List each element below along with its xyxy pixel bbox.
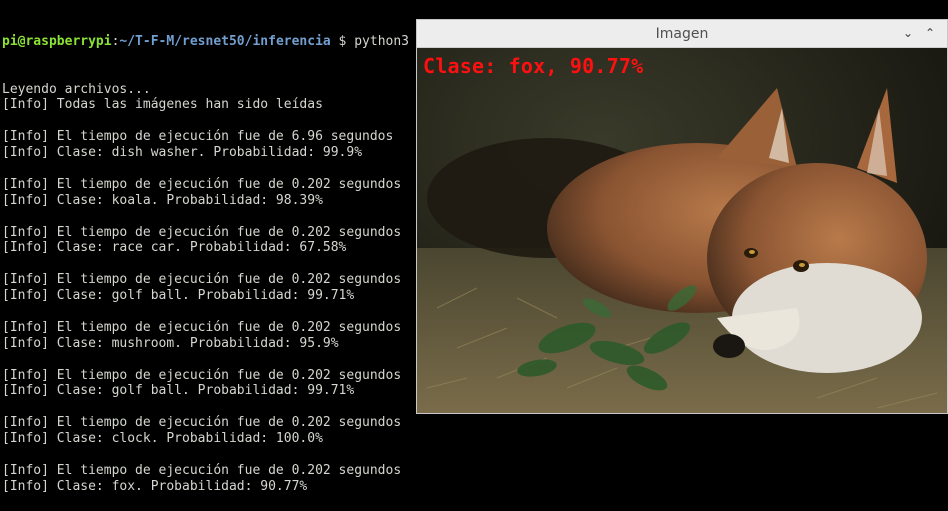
terminal-line: [Info] Clase: fox. Probabilidad: 90.77% bbox=[2, 478, 308, 494]
fox-photo bbox=[417, 48, 947, 413]
prompt-dollar: $ bbox=[330, 33, 355, 49]
chevron-down-icon[interactable]: ⌄ bbox=[901, 26, 915, 40]
image-window[interactable]: Imagen ⌄ ⌃ Clase: fox, 90.77% bbox=[416, 19, 948, 414]
fox-image: Clase: fox, 90.77% bbox=[417, 48, 947, 413]
window-titlebar[interactable]: Imagen ⌄ ⌃ bbox=[417, 20, 947, 48]
prediction-caption: Clase: fox, 90.77% bbox=[423, 54, 644, 78]
chevron-up-icon[interactable]: ⌃ bbox=[923, 26, 937, 40]
terminal-line: [Info] Clase: clock. Probabilidad: 100.0… bbox=[2, 431, 323, 447]
terminal-line: [Info] El tiempo de ejecución fue de 0.2… bbox=[2, 415, 402, 431]
prompt-path: ~/T-F-M/resnet50/inferencia bbox=[119, 33, 331, 49]
window-title: Imagen bbox=[655, 26, 709, 42]
terminal-line: [Info] El tiempo de ejecución fue de 0.2… bbox=[2, 462, 402, 478]
prompt-user: pi@raspberrypi bbox=[2, 33, 112, 49]
